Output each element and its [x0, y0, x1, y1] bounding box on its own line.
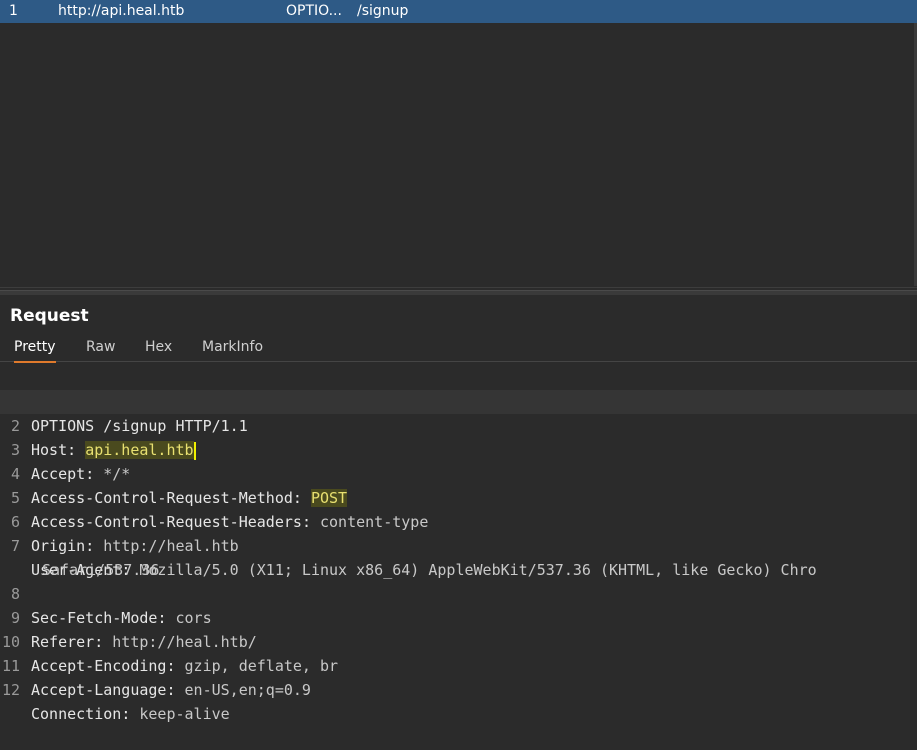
tab-markinfo[interactable]: MarkInfo — [202, 335, 263, 361]
header-value: keep-alive — [139, 705, 230, 723]
editor-line: 12 Connection: keep-alive — [0, 654, 917, 723]
editor-line: 2 Host: api.heal.htb — [0, 390, 917, 460]
editor-line: 5 Access-Control-Request-Headers: conten… — [0, 462, 917, 531]
request-editor[interactable]: 1 OPTIONS /signup HTTP/1.1 2 Host: api.h… — [0, 366, 917, 723]
history-row-url: /signup — [357, 3, 409, 19]
tab-raw[interactable]: Raw — [86, 335, 115, 361]
editor-line: 7 User-Agent: Mozilla/5.0 (X11; Linux x8… — [0, 510, 917, 579]
editor-line: 10 Accept-Encoding: gzip, deflate, br — [0, 606, 917, 675]
tab-pretty[interactable]: Pretty — [14, 335, 56, 363]
editor-line-wrap: Safari/537.36 — [0, 534, 917, 579]
editor-line: 1 OPTIONS /signup HTTP/1.1 — [0, 366, 917, 435]
request-tabs: Pretty Raw Hex MarkInfo — [0, 335, 917, 363]
line-number: 12 — [1, 681, 20, 699]
editor-line: 4 Access-Control-Request-Method: POST — [0, 438, 917, 507]
editor-line: 9 Referer: http://heal.htb/ — [0, 582, 917, 651]
header-name: Connection — [31, 705, 122, 723]
history-row-host: http://api.heal.htb — [58, 3, 185, 19]
tab-hex[interactable]: Hex — [145, 335, 172, 361]
editor-line: 11 Accept-Language: en-US,en;q=0.9 — [0, 630, 917, 699]
history-row-selected[interactable]: 1 http://api.heal.htb OPTIO... /signup — [0, 0, 917, 23]
history-row-number: 1 — [9, 3, 18, 19]
editor-line: 3 Accept: */* — [0, 414, 917, 483]
history-row-method: OPTIO... — [286, 3, 342, 19]
editor-line: 6 Origin: http://heal.htb — [0, 486, 917, 555]
request-panel: Request Pretty Raw Hex MarkInfo 1 OPTION… — [0, 295, 917, 723]
editor-line: 8 Sec-Fetch-Mode: cors — [0, 558, 917, 627]
request-title: Request — [10, 306, 89, 326]
header-value: en-US,en;q=0.9 — [184, 681, 311, 699]
history-table: 1 http://api.heal.htb OPTIO... /signup — [0, 0, 917, 288]
